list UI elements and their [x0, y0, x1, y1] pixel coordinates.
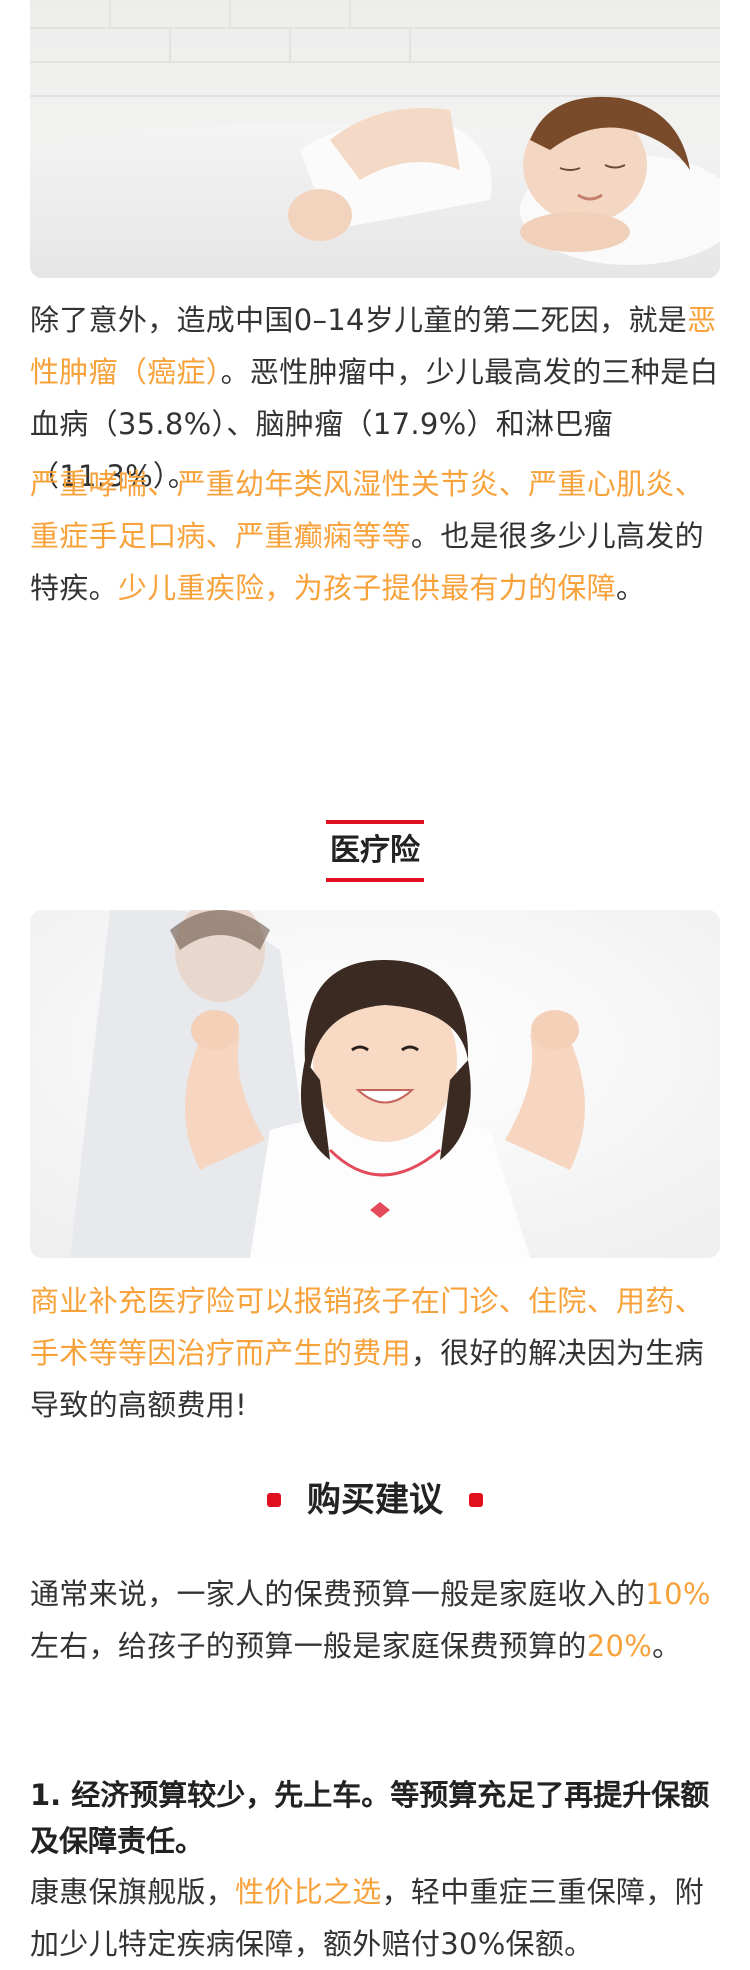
- intro-paragraph-2: 严重哮喘、严重幼年类风湿性关节炎、严重心肌炎、重症手足口病、严重癫痫等等。也是很…: [30, 458, 720, 614]
- advice-heading-1: 1. 经济预算较少，先上车。等预算充足了再提升保额及保障责任。: [30, 1778, 710, 1858]
- advice-text-c: 左右，给孩子的预算一般是家庭保费预算的: [30, 1629, 587, 1663]
- medical-paragraph: 商业补充医疗险可以报销孩子在门诊、住院、用药、手术等等因治疗而产生的费用，很好的…: [30, 1275, 720, 1431]
- advice-text-a: 通常来说，一家人的保费预算一般是家庭收入的: [30, 1577, 646, 1611]
- advice2-text-a: 康惠保旗舰版，: [30, 1875, 236, 1909]
- advice-text-e: 。: [652, 1629, 682, 1663]
- girl-flexing-image: [30, 910, 720, 1258]
- advice-paragraph: 通常来说，一家人的保费预算一般是家庭收入的10% 左右，给孩子的预算一般是家庭保费…: [30, 1568, 720, 1672]
- highlight-critical-insurance: 少儿重疾险，为孩子提供最有力的保障: [117, 571, 617, 605]
- advice-title: 购买建议: [307, 1480, 443, 1520]
- intro-text-p2d: 。: [616, 571, 646, 605]
- intro-text-a: 除了意外，造成中国0–14岁儿童的第二死因，就是: [30, 303, 688, 337]
- red-dot-icon: [469, 1493, 483, 1507]
- medical-title: 医疗险: [326, 820, 424, 882]
- highlight-value-choice: 性价比之选: [235, 1875, 382, 1909]
- medical-section-title: 医疗险: [0, 820, 750, 882]
- sleeping-child-image: [30, 0, 720, 278]
- red-dot-icon: [267, 1493, 281, 1507]
- advice-section-title: 购买建议: [0, 1475, 750, 1525]
- advice-paragraph-2: 康惠保旗舰版，性价比之选，轻中重症三重保障，附加少儿特定疾病保障，额外赔付30%…: [30, 1866, 720, 1970]
- highlight-20-percent: 20%: [586, 1629, 653, 1663]
- highlight-10-percent: 10%: [645, 1577, 711, 1611]
